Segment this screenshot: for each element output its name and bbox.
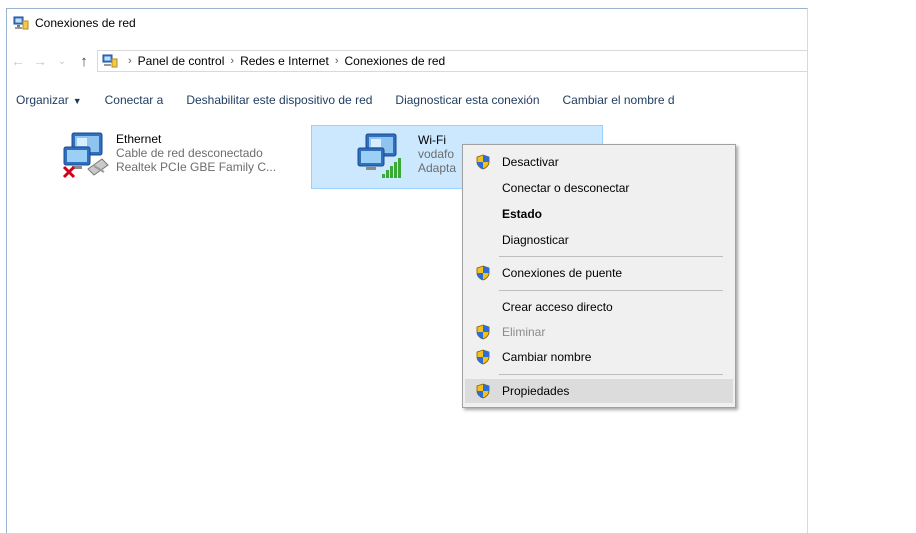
organize-label: Organizar <box>16 93 69 107</box>
breadcrumb-redes-e-internet[interactable]: Redes e Internet <box>240 54 329 68</box>
up-arrow-icon: ↑ <box>80 52 88 70</box>
wifi-adapter-icon <box>357 133 401 178</box>
menu-item-label: Propiedades <box>502 384 570 398</box>
forward-button[interactable]: → <box>29 50 51 72</box>
caret-down-icon: ▼ <box>72 96 82 106</box>
recent-locations-button[interactable]: ⌄ <box>51 50 73 72</box>
menu-item-label: Diagnosticar <box>502 233 569 247</box>
menu-item-diagnosticar[interactable]: Diagnosticar <box>465 228 733 252</box>
context-menu: Desactivar Conectar o desconectar Estado… <box>462 144 736 408</box>
connect-to-button[interactable]: Conectar a <box>105 93 164 107</box>
connection-adapter: Adapta <box>418 161 457 175</box>
menu-item-label: Crear acceso directo <box>502 300 613 314</box>
menu-item-eliminar: Eliminar <box>465 320 733 344</box>
address-bar[interactable]: › Panel de control › Redes e Internet › … <box>97 50 807 72</box>
uac-shield-icon <box>476 349 490 365</box>
chevron-down-icon: ⌄ <box>57 55 67 67</box>
address-row: ← → ⌄ ↑ › Panel de control › Redes e Int… <box>7 49 807 73</box>
menu-item-label: Conectar o desconectar <box>502 181 630 195</box>
command-bar: Organizar ▼ Conectar a Deshabilitar este … <box>7 89 807 111</box>
menu-item-propiedades[interactable]: Propiedades <box>465 379 733 403</box>
ethernet-adapter-icon <box>62 132 109 179</box>
menu-item-conexiones-de-puente[interactable]: Conexiones de puente <box>465 261 733 285</box>
rename-connection-button[interactable]: Cambiar el nombre d <box>563 93 675 107</box>
menu-item-desactivar[interactable]: Desactivar <box>465 150 733 174</box>
diagnose-connection-button[interactable]: Diagnosticar esta conexión <box>395 93 539 107</box>
connection-status: Cable de red desconectado <box>116 146 263 160</box>
connection-name: Ethernet <box>116 132 162 146</box>
organize-button[interactable]: Organizar ▼ <box>16 93 82 107</box>
breadcrumb-panel-de-control[interactable]: Panel de control <box>138 54 225 68</box>
connection-name: Wi-Fi <box>418 133 446 147</box>
forward-arrow-icon: → <box>33 53 47 69</box>
control-panel-icon <box>102 54 118 68</box>
menu-item-label: Conexiones de puente <box>502 266 623 280</box>
breadcrumb-separator[interactable]: › <box>128 55 132 67</box>
uac-shield-icon <box>476 265 490 281</box>
menu-item-label: Cambiar nombre <box>502 350 592 364</box>
menu-item-cambiar-nombre[interactable]: Cambiar nombre <box>465 345 733 369</box>
breadcrumb-conexiones-de-red[interactable]: Conexiones de red <box>344 54 445 68</box>
connection-ethernet[interactable]: Ethernet Cable de red desconectado Realt… <box>50 125 290 189</box>
menu-item-crear-acceso-directo[interactable]: Crear acceso directo <box>465 295 733 319</box>
breadcrumb-separator[interactable]: › <box>230 55 234 67</box>
menu-item-conectar-desconectar[interactable]: Conectar o desconectar <box>465 176 733 200</box>
uac-shield-icon <box>476 324 490 340</box>
menu-item-label: Desactivar <box>502 155 559 169</box>
menu-item-estado[interactable]: Estado <box>465 202 733 226</box>
disable-device-button[interactable]: Deshabilitar este dispositivo de red <box>186 93 372 107</box>
title-bar[interactable]: Conexiones de red <box>7 9 807 37</box>
menu-separator <box>499 374 723 375</box>
back-button[interactable]: ← <box>7 50 29 72</box>
window-title: Conexiones de red <box>35 16 136 30</box>
menu-item-label: Estado <box>502 207 543 221</box>
up-button[interactable]: ↑ <box>73 50 95 72</box>
connection-adapter: Realtek PCIe GBE Family C... <box>116 160 277 174</box>
back-arrow-icon: ← <box>11 53 25 69</box>
menu-item-label: Eliminar <box>502 325 546 339</box>
menu-separator <box>499 256 723 257</box>
connection-status: vodafo <box>418 147 455 161</box>
uac-shield-icon <box>476 383 490 399</box>
menu-separator <box>499 290 723 291</box>
breadcrumb-separator[interactable]: › <box>335 55 339 67</box>
uac-shield-icon <box>476 154 490 170</box>
network-connections-icon <box>13 16 29 30</box>
